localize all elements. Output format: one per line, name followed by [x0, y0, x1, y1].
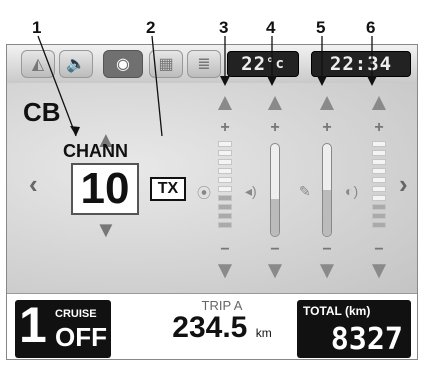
tab-menu[interactable]: ≣ — [187, 50, 221, 78]
meter-segment — [218, 213, 232, 219]
level-6-meter — [372, 141, 386, 231]
level-6-up-button[interactable]: ▲ — [361, 91, 397, 115]
level-3-down-button[interactable]: ▼ — [207, 259, 243, 283]
cruise-state: OFF — [55, 322, 107, 352]
channel-label: CHANN — [63, 141, 128, 161]
callout-1: 1 — [32, 18, 42, 37]
trip-value: 234.5 — [172, 311, 248, 344]
level-4-down-button[interactable]: ▼ — [257, 259, 293, 283]
meter-segment — [372, 150, 386, 156]
gear-indicator: 1 — [19, 297, 47, 353]
level-5-up-button[interactable]: ▲ — [309, 91, 345, 115]
level-6-down-button[interactable]: ▼ — [361, 259, 397, 283]
meter-segment — [372, 141, 386, 147]
list-icon: ≣ — [197, 56, 211, 73]
temperature-unit: °c — [266, 56, 285, 72]
gear-cruise-panel: 1 CRUISE OFF — [15, 297, 111, 358]
speaker-level-icon: ◂) — [245, 183, 257, 199]
cb-title: CB — [23, 97, 61, 127]
meter-segment — [218, 222, 232, 228]
meter-segment — [372, 213, 386, 219]
callout-5: 5 — [316, 18, 326, 37]
tab-audio[interactable]: 🔈 — [59, 50, 93, 78]
meter-segment — [372, 195, 386, 201]
callout-3: 3 — [219, 18, 229, 37]
plus-icon: + — [322, 119, 332, 136]
level-control-5: ▲ + − ▼ — [309, 91, 345, 291]
meter-segment — [218, 141, 232, 147]
plus-icon: + — [220, 119, 230, 136]
display-screen: ◭ 🔈 ◉ ▦ ≣ 22 °c 22:34 CB ▲ CHANN 10 ▼ TX … — [6, 44, 418, 360]
callout-6: 6 — [366, 18, 376, 37]
status-bar: 1 CRUISE OFF TRIP A 234.5 km TOTAL (km) … — [7, 293, 417, 359]
level-3-up-button[interactable]: ▲ — [207, 91, 243, 115]
meter-segment — [372, 204, 386, 210]
meter-segment — [372, 159, 386, 165]
odometer-label: TOTAL (km) — [303, 304, 371, 318]
plus-icon: + — [270, 119, 280, 136]
meter-segment — [372, 222, 386, 228]
speaker-icon: 🔈 — [66, 56, 86, 73]
meter-segment — [218, 186, 232, 192]
tab-navigation[interactable]: ▦ — [149, 50, 183, 78]
level-5-down-button[interactable]: ▼ — [309, 259, 345, 283]
tab-bar: ◭ 🔈 ◉ ▦ ≣ 22 °c 22:34 — [7, 45, 417, 84]
meter-segment — [372, 186, 386, 192]
odometer-value: 8327 — [330, 322, 403, 357]
prev-arrow-icon[interactable]: ‹ — [29, 169, 38, 200]
map-icon: ▦ — [158, 56, 174, 73]
temperature-value: 22 — [241, 53, 267, 75]
meter-fill — [271, 199, 279, 236]
trip-unit: km — [255, 326, 272, 340]
level-5-meter — [322, 143, 332, 237]
headset-icon: ◐) — [345, 183, 359, 199]
clock-display: 22:34 — [311, 51, 411, 77]
channel-value: 10 — [71, 163, 139, 215]
meter-fill — [323, 190, 331, 236]
next-arrow-icon[interactable]: › — [399, 169, 408, 200]
meter-segment — [372, 168, 386, 174]
trip-panel: TRIP A 234.5 km — [157, 298, 287, 343]
level-4-up-button[interactable]: ▲ — [257, 91, 293, 115]
meter-segment — [218, 150, 232, 156]
callout-2: 2 — [146, 18, 156, 37]
level-control-4: ▲ + − ▼ — [257, 91, 293, 291]
level-control-3: ▲ + − ▼ — [207, 91, 243, 291]
meter-segment — [218, 159, 232, 165]
temperature-display: 22 °c — [227, 51, 299, 77]
tab-cb-radio[interactable]: ◉ — [103, 50, 143, 78]
meter-segment — [372, 177, 386, 183]
level-control-6: ▲ + − ▼ — [361, 91, 397, 291]
meter-segment — [218, 168, 232, 174]
cb-panel: CB ▲ CHANN 10 ▼ TX ‹ › ⦿ ◂) ✎ ◐) ▲ + − ▼… — [7, 83, 417, 293]
meter-segment — [218, 195, 232, 201]
level-3-meter — [218, 141, 232, 231]
cb-radio-icon: ◉ — [116, 56, 130, 73]
level-4-meter — [270, 143, 280, 237]
tx-indicator: TX — [150, 177, 186, 201]
meter-segment — [218, 177, 232, 183]
callout-4: 4 — [266, 18, 276, 37]
meter-segment — [218, 204, 232, 210]
odometer-panel: TOTAL (km) 8327 — [297, 300, 411, 358]
cruise-label: CRUISE — [55, 308, 97, 320]
triangle-icon: ◭ — [31, 56, 45, 73]
channel-down-arrow[interactable]: ▼ — [95, 219, 117, 241]
plus-icon: + — [374, 119, 384, 136]
tab-hazard[interactable]: ◭ — [21, 50, 55, 78]
